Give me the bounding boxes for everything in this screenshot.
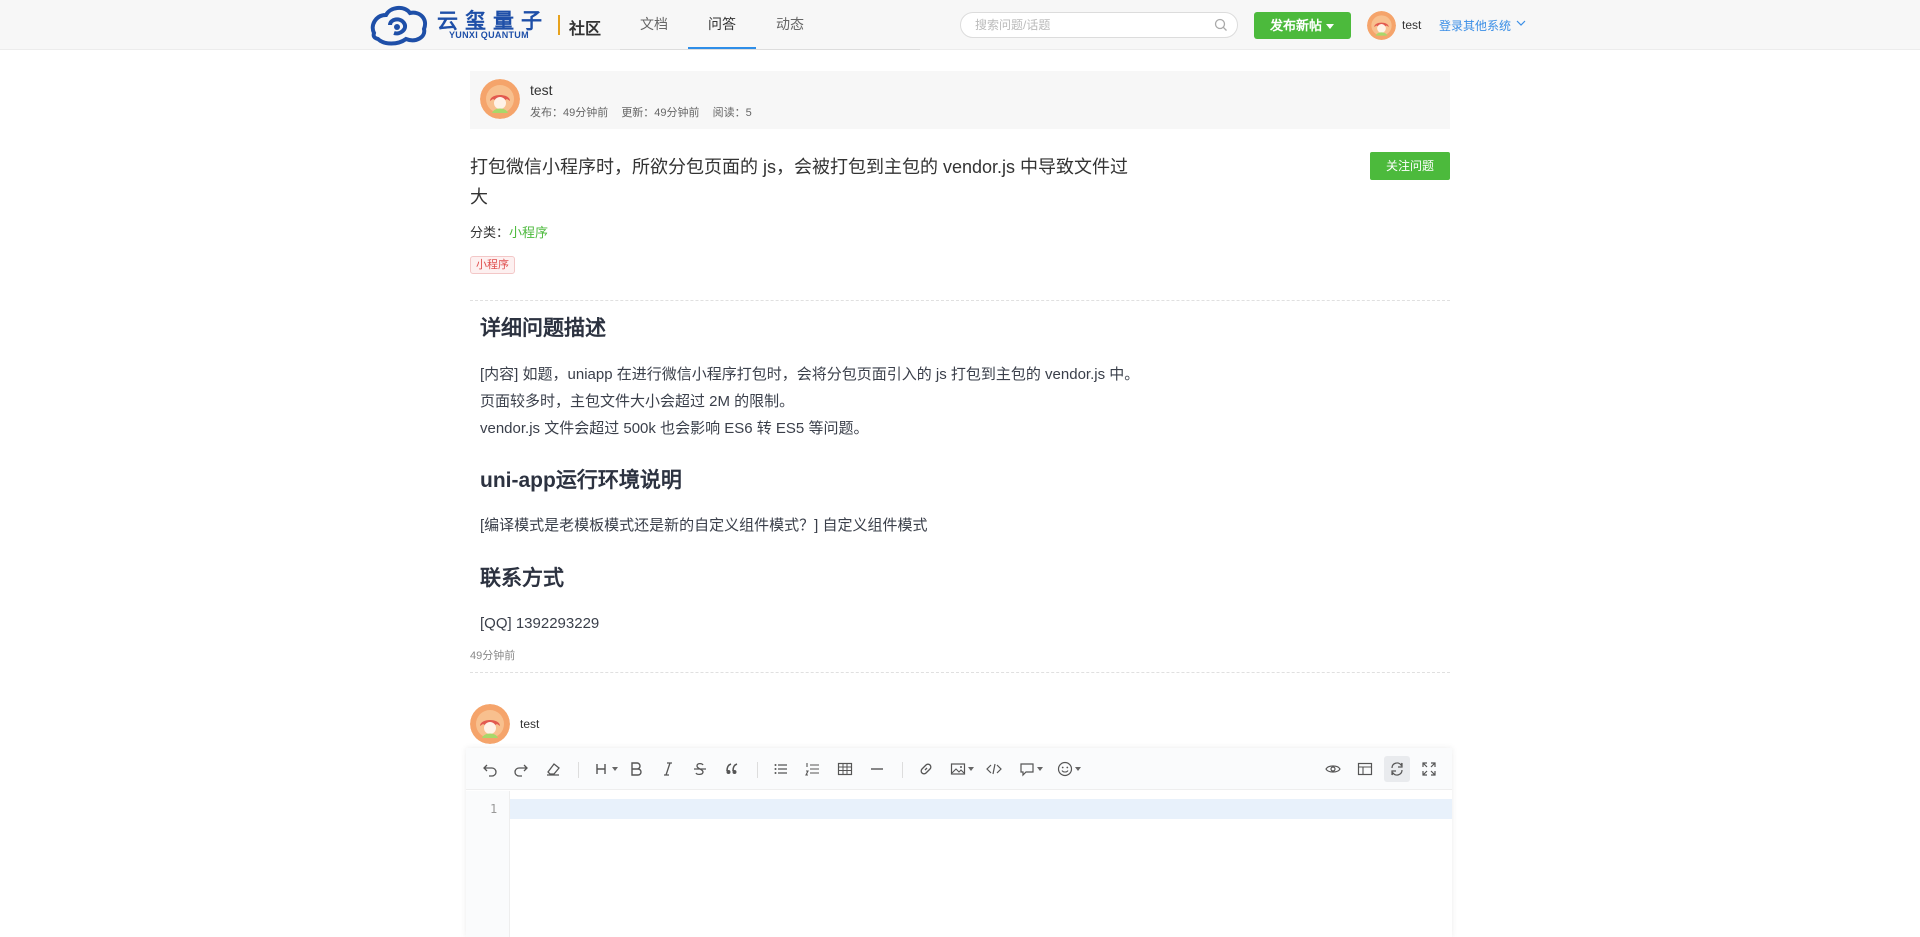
cloud-logo-icon[interactable] bbox=[368, 3, 430, 47]
header-username[interactable]: test bbox=[1402, 18, 1421, 32]
redo-icon[interactable] bbox=[511, 759, 531, 779]
nav-tab-docs[interactable]: 文档 bbox=[620, 0, 688, 49]
new-post-button[interactable]: 发布新帖 bbox=[1254, 12, 1351, 39]
image-icon[interactable] bbox=[948, 759, 974, 779]
markdown-editor: 1 bbox=[466, 748, 1452, 937]
caret-down-icon bbox=[1037, 767, 1043, 771]
section-body-details: [内容] 如题，uniapp 在进行微信小程序打包时，会将分包页面引入的 js … bbox=[480, 361, 1139, 442]
new-post-label: 发布新帖 bbox=[1270, 18, 1323, 33]
category-link[interactable]: 小程序 bbox=[509, 225, 548, 240]
search-input[interactable] bbox=[975, 17, 1205, 33]
table-icon[interactable] bbox=[835, 759, 855, 779]
bullet-list-icon[interactable] bbox=[771, 759, 791, 779]
tag-badge[interactable]: 小程序 bbox=[470, 256, 515, 274]
comment-icon[interactable] bbox=[1017, 759, 1043, 779]
caret-down-icon bbox=[1326, 24, 1334, 29]
code-icon[interactable] bbox=[984, 759, 1004, 779]
heading-icon[interactable] bbox=[592, 759, 618, 779]
editor-input-area[interactable] bbox=[510, 799, 1452, 819]
nav-tab-feed[interactable]: 动态 bbox=[756, 0, 824, 49]
section-heading-details: 详细问题描述 bbox=[480, 317, 606, 340]
quote-icon[interactable] bbox=[722, 759, 742, 779]
body-line: [内容] 如题，uniapp 在进行微信小程序打包时，会将分包页面引入的 js … bbox=[480, 366, 1140, 383]
category-label: 分类： bbox=[470, 225, 510, 240]
undo-icon[interactable] bbox=[480, 759, 500, 779]
section-divider bbox=[470, 672, 1450, 673]
editor-line-gutter bbox=[466, 791, 510, 937]
read-count: 阅读：5 bbox=[712, 107, 752, 119]
answer-user-avatar[interactable] bbox=[470, 704, 510, 744]
login-other-systems-link[interactable]: 登录其他系统 bbox=[1439, 17, 1511, 34]
author-avatar[interactable] bbox=[480, 79, 520, 119]
layout-icon[interactable] bbox=[1355, 759, 1375, 779]
author-name[interactable]: test bbox=[530, 82, 553, 98]
line-number: 1 bbox=[490, 802, 498, 816]
question-meta: 发布：49分钟前 更新：49分钟前 阅读：5 bbox=[530, 104, 762, 120]
answer-username[interactable]: test bbox=[520, 717, 539, 731]
question-title: 打包微信小程序时，所欲分包页面的 js，会被打包到主包的 vendor.js 中… bbox=[470, 157, 1129, 207]
user-avatar[interactable] bbox=[1367, 11, 1396, 40]
eraser-icon[interactable] bbox=[543, 759, 563, 779]
bold-icon[interactable] bbox=[626, 759, 646, 779]
toolbar-separator bbox=[902, 762, 903, 778]
italic-icon[interactable] bbox=[658, 759, 678, 779]
search-icon[interactable] bbox=[1214, 18, 1228, 32]
nav-divider bbox=[620, 49, 920, 50]
caret-down-icon bbox=[1075, 767, 1081, 771]
body-line: 页面较多时，主包文件大小会超过 2M 的限制。 bbox=[480, 393, 795, 410]
search-box bbox=[960, 12, 1238, 38]
chevron-down-icon[interactable] bbox=[1516, 19, 1526, 27]
link-icon[interactable] bbox=[916, 759, 936, 779]
preview-eye-icon[interactable] bbox=[1323, 759, 1343, 779]
top-navbar: 云玺量子 YUNXI QUANTUM 社区 文档 问答 动态 发布新帖 test… bbox=[0, 0, 1920, 50]
section-body-contact: [QQ] 1392293229 bbox=[480, 615, 600, 632]
section-heading-contact: 联系方式 bbox=[480, 567, 564, 590]
editor-toolbar bbox=[466, 748, 1452, 790]
section-body-environment: [编译模式是老模板模式还是新的自定义组件模式？] 自定义组件模式 bbox=[480, 517, 928, 534]
published-time: 发布：49分钟前 bbox=[530, 107, 609, 119]
ordered-list-icon[interactable] bbox=[803, 759, 823, 779]
sync-scroll-icon[interactable] bbox=[1384, 756, 1410, 782]
caret-down-icon bbox=[612, 767, 618, 771]
brand-separator bbox=[558, 15, 560, 35]
community-label[interactable]: 社区 bbox=[569, 15, 601, 39]
updated-time: 更新：49分钟前 bbox=[621, 107, 700, 119]
category-row: 分类：小程序 bbox=[470, 222, 548, 241]
toolbar-separator bbox=[757, 762, 758, 778]
nav-tab-qa[interactable]: 问答 bbox=[688, 0, 756, 49]
question-timestamp: 49分钟前 bbox=[470, 650, 516, 662]
section-heading-environment: uni-app运行环境说明 bbox=[480, 469, 682, 492]
emoji-icon[interactable] bbox=[1055, 759, 1081, 779]
body-line: vendor.js 文件会超过 500k 也会影响 ES6 转 ES5 等问题。 bbox=[480, 420, 869, 437]
horizontal-rule-icon[interactable] bbox=[867, 759, 887, 779]
strikethrough-icon[interactable] bbox=[690, 759, 710, 779]
question-author-bar: test 发布：49分钟前 更新：49分钟前 阅读：5 bbox=[470, 71, 1450, 129]
follow-question-button[interactable]: 关注问题 bbox=[1370, 152, 1450, 180]
section-divider bbox=[470, 300, 1450, 301]
caret-down-icon bbox=[968, 767, 974, 771]
fullscreen-icon[interactable] bbox=[1419, 759, 1439, 779]
brand-name-en[interactable]: YUNXI QUANTUM bbox=[449, 30, 529, 40]
toolbar-separator bbox=[578, 762, 579, 778]
